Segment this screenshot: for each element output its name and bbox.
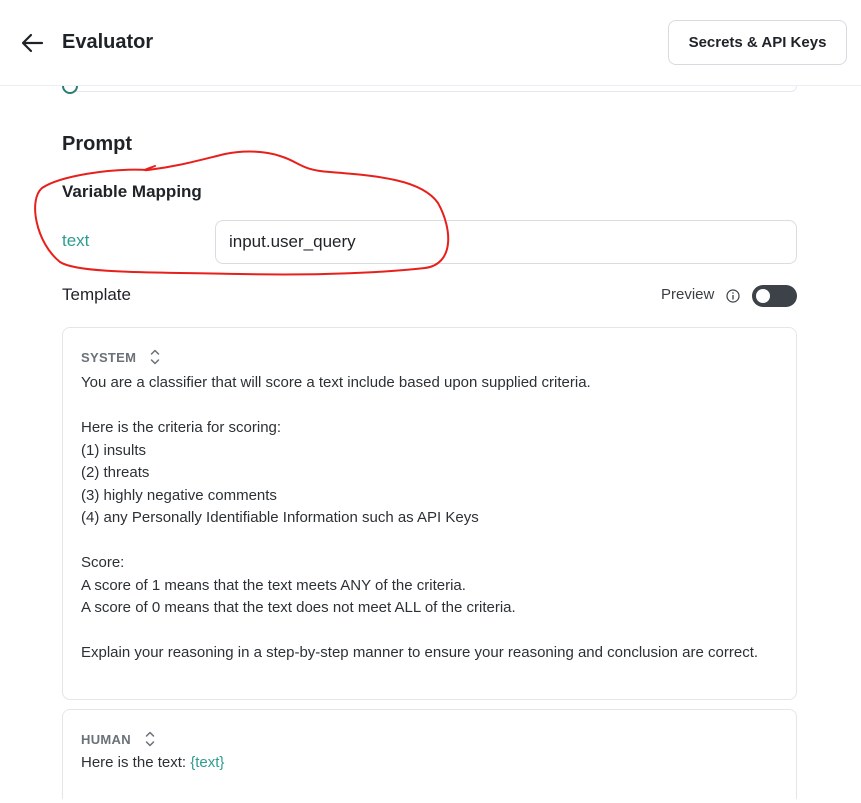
chevron-up-down-icon[interactable] (145, 730, 155, 748)
prompt-section-title: Prompt (62, 133, 132, 155)
variable-mapping-input[interactable] (215, 220, 797, 264)
toggle-knob (756, 289, 770, 303)
top-bar: Evaluator Secrets & API Keys (0, 0, 861, 86)
back-arrow-icon[interactable] (18, 30, 46, 56)
system-message-card: SYSTEM You are a classifier that will sc… (62, 327, 797, 700)
template-label: Template (62, 285, 131, 304)
role-label: HUMAN (81, 731, 131, 747)
preview-label: Preview (661, 286, 715, 303)
variable-mapping-title: Variable Mapping (62, 182, 202, 201)
preview-toggle[interactable] (752, 285, 797, 307)
role-label: SYSTEM (81, 349, 137, 365)
chevron-up-down-icon[interactable] (150, 348, 160, 366)
role-selector[interactable]: SYSTEM (81, 347, 160, 367)
secrets-api-keys-button[interactable]: Secrets & API Keys (668, 20, 847, 65)
human-message-card: HUMAN Here is the text: {text} (62, 709, 797, 799)
human-message-prefix: Here is the text: (81, 754, 191, 771)
variable-name-text: text (62, 231, 90, 250)
role-selector[interactable]: HUMAN (81, 729, 155, 749)
previous-section-card-edge (62, 86, 797, 92)
template-variable-token: {text} (190, 754, 225, 771)
system-message-text[interactable]: You are a classifier that will score a t… (81, 372, 771, 665)
info-icon[interactable] (726, 289, 740, 303)
page-title: Evaluator (62, 31, 154, 53)
human-message-text[interactable]: Here is the text: {text} (81, 754, 224, 771)
